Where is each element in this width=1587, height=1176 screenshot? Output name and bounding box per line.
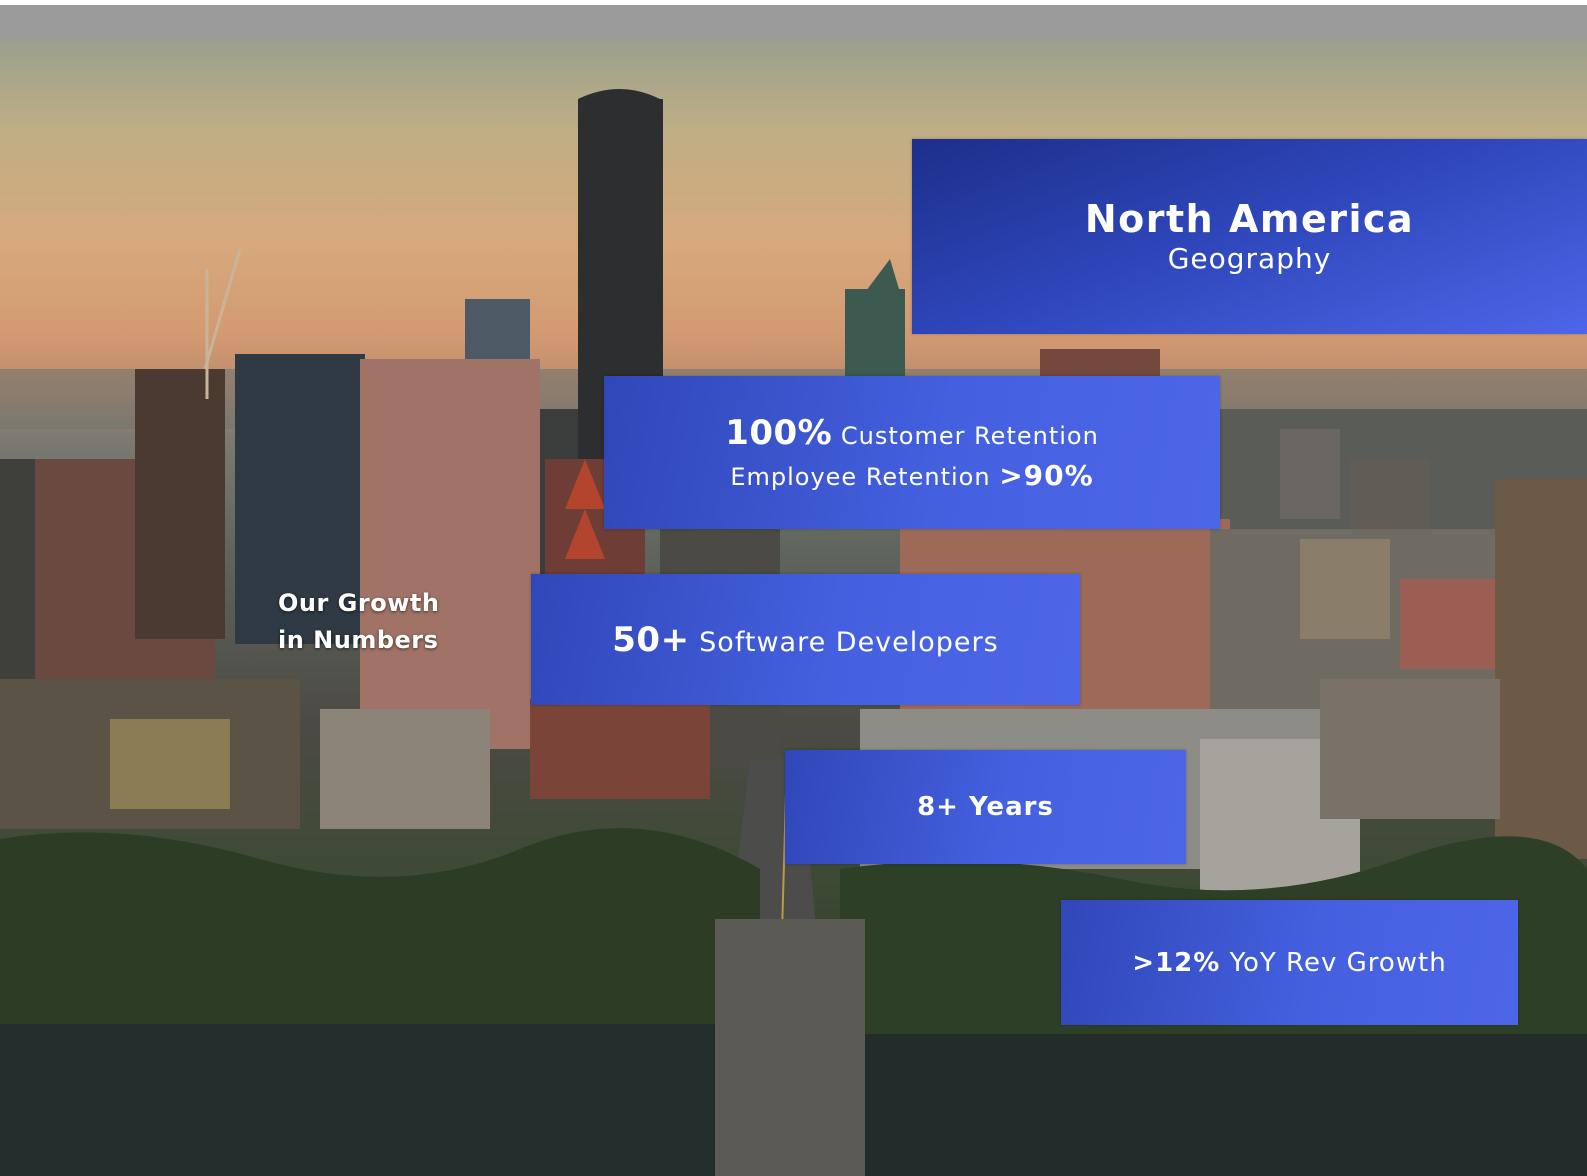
customer-retention-label: Customer Retention: [840, 422, 1099, 450]
employee-retention-label: Employee Retention: [730, 463, 991, 491]
years-value: 8+ Years: [917, 792, 1054, 822]
customer-retention-row: 100% Customer Retention: [725, 413, 1099, 453]
employee-retention-row: Employee Retention >90%: [730, 459, 1093, 492]
developers-label: Software Developers: [699, 626, 999, 658]
developers-row: 50+ Software Developers: [612, 620, 998, 660]
employee-retention-value: >90%: [999, 459, 1094, 492]
geography-card: North America Geography: [912, 139, 1587, 334]
revenue-growth-value: >12%: [1132, 947, 1221, 978]
growth-heading-line2: in Numbers: [278, 626, 439, 654]
revenue-growth-row: >12% YoY Rev Growth: [1132, 948, 1446, 978]
top-bar: [0, 5, 1587, 39]
geography-label: Geography: [1167, 241, 1332, 275]
customer-retention-value: 100%: [725, 413, 833, 453]
geography-region: North America: [1084, 196, 1415, 241]
retention-card: 100% Customer Retention Employee Retenti…: [604, 376, 1220, 529]
revenue-growth-label: YoY Rev Growth: [1229, 947, 1447, 978]
years-card: 8+ Years: [785, 750, 1186, 864]
developers-value: 50+: [612, 619, 690, 660]
growth-heading-line1: Our Growth: [278, 589, 440, 617]
growth-heading: Our Growth in Numbers: [278, 585, 439, 659]
developers-card: 50+ Software Developers: [531, 574, 1080, 705]
revenue-growth-card: >12% YoY Rev Growth: [1061, 900, 1518, 1025]
